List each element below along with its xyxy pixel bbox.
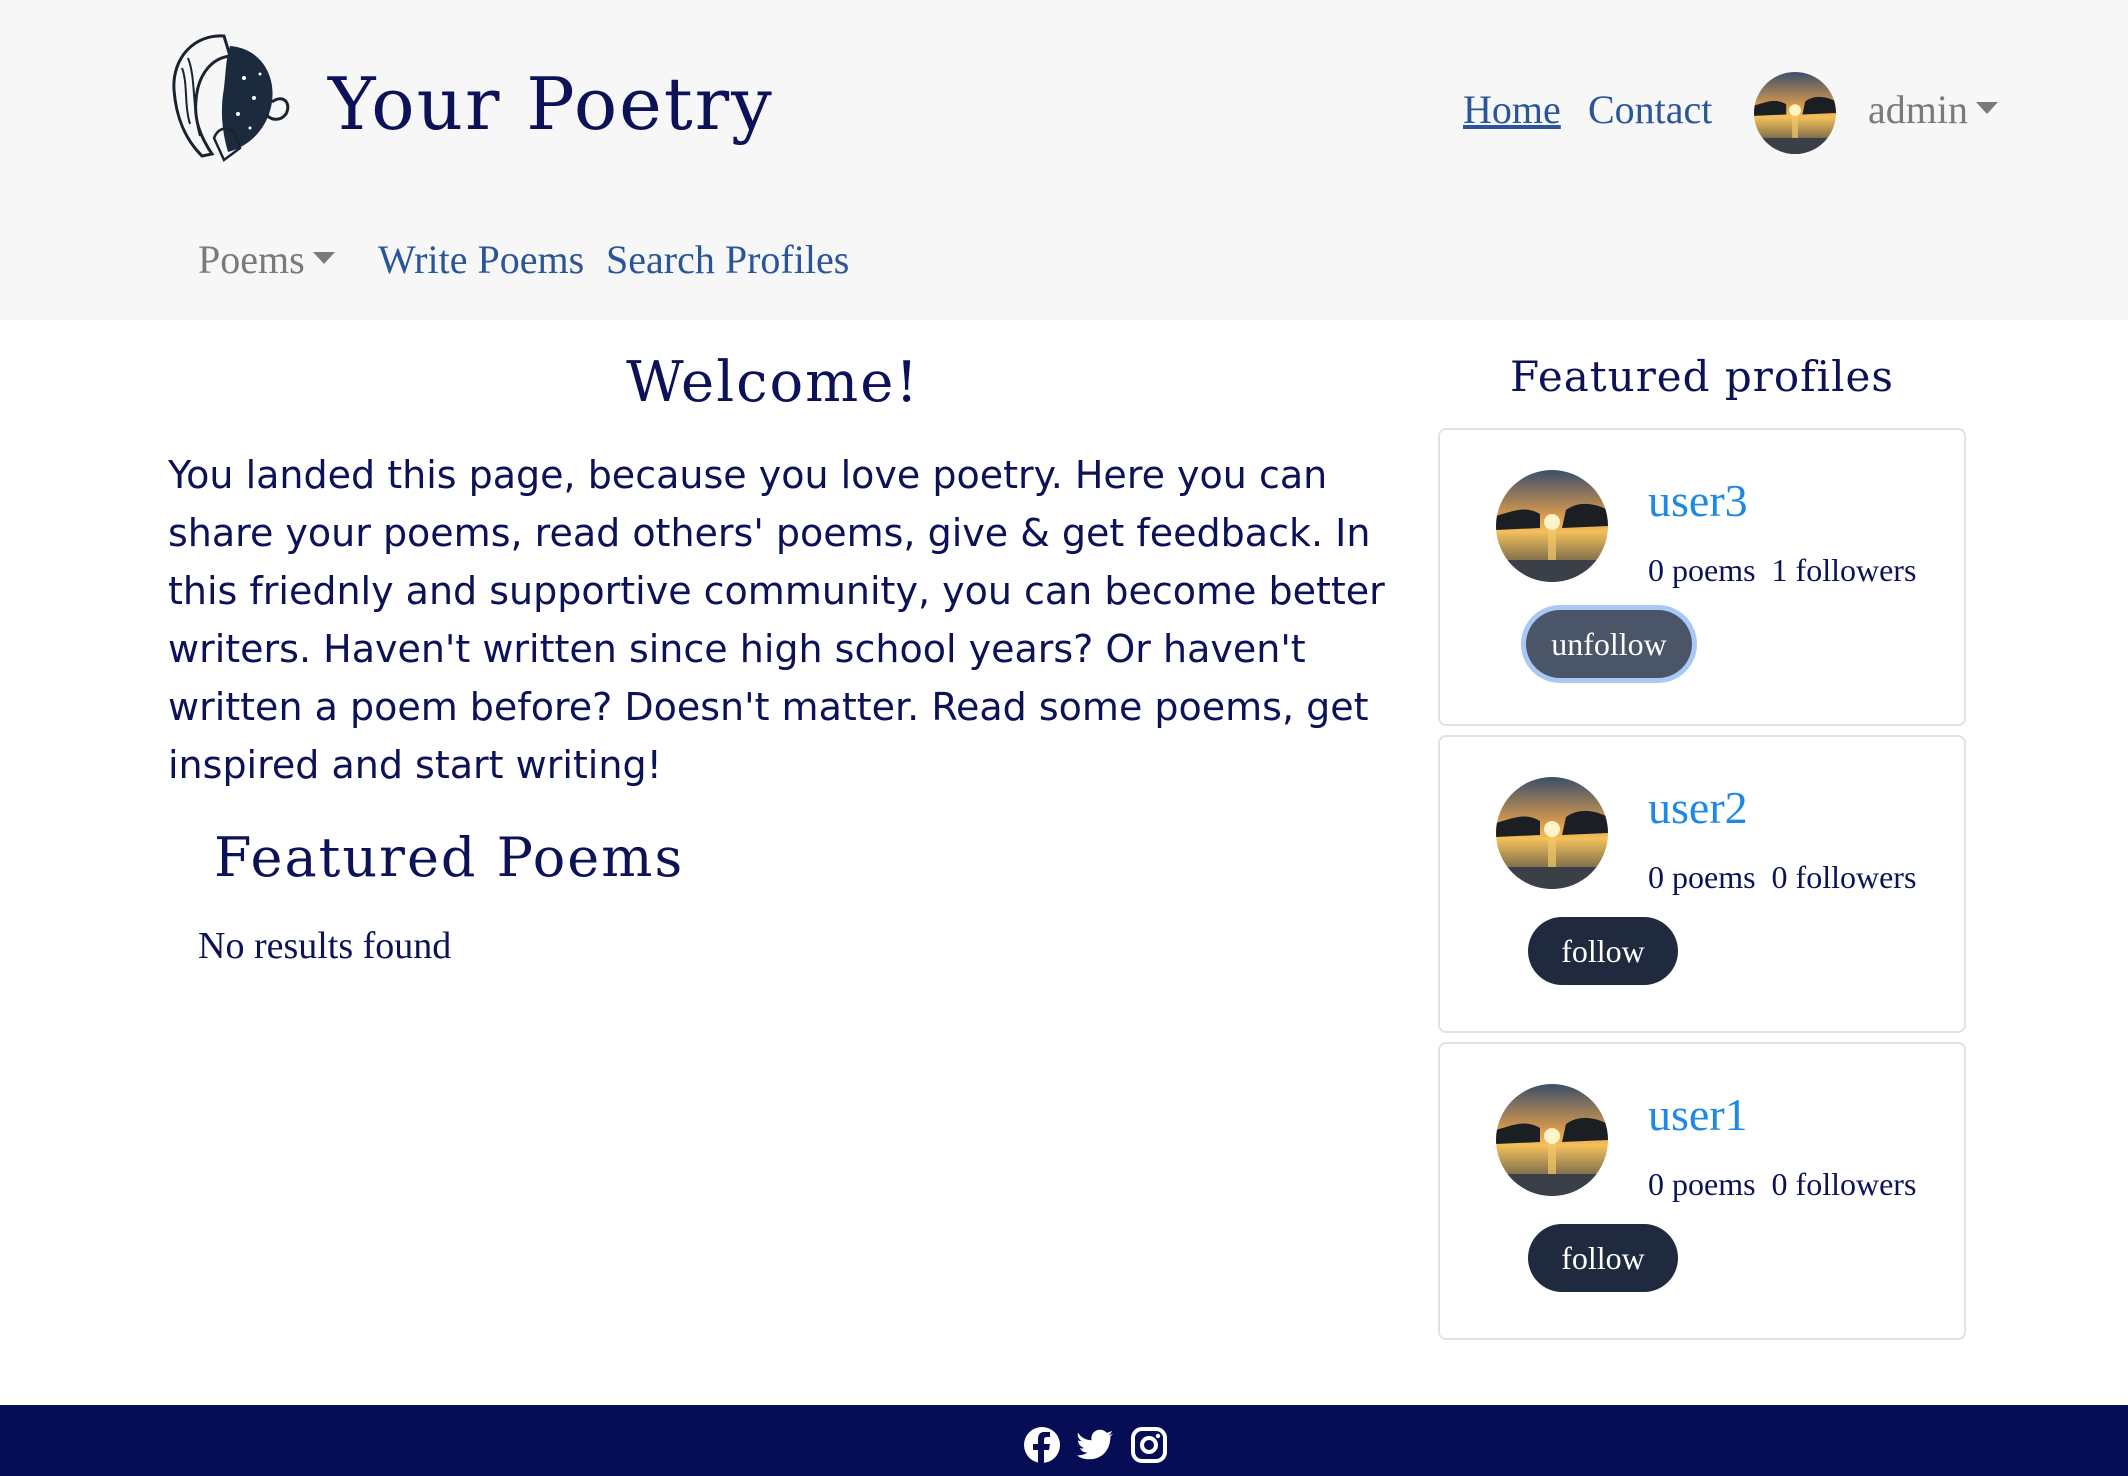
follow-button[interactable]: follow (1528, 917, 1678, 985)
profile-stats: 0 poems 1 followers (1648, 552, 1917, 588)
profile-card: user2 0 poems 0 followers follow (1438, 735, 1966, 1033)
profile-stats: 0 poems 0 followers (1648, 859, 1917, 895)
intro-text: You landed this page, because you love p… (168, 453, 1385, 787)
profile-card: user1 0 poems 0 followers follow (1438, 1042, 1966, 1340)
profile-name-link[interactable]: user1 (1648, 1088, 1748, 1141)
instagram-icon[interactable] (1130, 1426, 1168, 1464)
profile-avatar (1496, 777, 1608, 889)
poet-portrait-logo[interactable] (154, 28, 294, 164)
welcome-heading: Welcome! (626, 350, 920, 415)
nav-home-link[interactable]: Home (1463, 86, 1561, 133)
nav-contact-link[interactable]: Contact (1588, 86, 1712, 133)
profile-avatar (1496, 470, 1608, 582)
profile-stats: 0 poems 0 followers (1648, 1166, 1917, 1202)
brand-title[interactable]: Your Poetry (328, 62, 774, 146)
twitter-icon[interactable] (1077, 1426, 1115, 1464)
admin-user-dropdown[interactable]: admin (1868, 86, 1998, 133)
follow-button[interactable]: follow (1528, 1224, 1678, 1292)
caret-down-icon (1975, 101, 1998, 114)
no-results-text: No results found (198, 925, 452, 967)
site-header: Your Poetry Home Contact admin Poems Wri… (0, 0, 2128, 320)
featured-poems-heading: Featured Poems (214, 826, 685, 889)
poems-dropdown-label: Poems (198, 237, 305, 282)
profile-avatar (1496, 1084, 1608, 1196)
featured-profiles-heading: Featured profiles (1510, 352, 1894, 401)
user-avatar[interactable] (1754, 72, 1836, 154)
facebook-icon[interactable] (1023, 1426, 1061, 1464)
site-footer (0, 1405, 2128, 1476)
profile-card: user3 0 poems 1 followers unfollow (1438, 428, 1966, 726)
unfollow-button[interactable]: unfollow (1526, 610, 1692, 678)
caret-down-icon (312, 251, 335, 264)
profile-name-link[interactable]: user3 (1648, 474, 1748, 527)
admin-username: admin (1868, 87, 1968, 132)
poems-dropdown[interactable]: Poems (198, 236, 335, 283)
search-profiles-link[interactable]: Search Profiles (606, 236, 849, 283)
profile-name-link[interactable]: user2 (1648, 781, 1748, 834)
write-poems-link[interactable]: Write Poems (378, 236, 584, 283)
